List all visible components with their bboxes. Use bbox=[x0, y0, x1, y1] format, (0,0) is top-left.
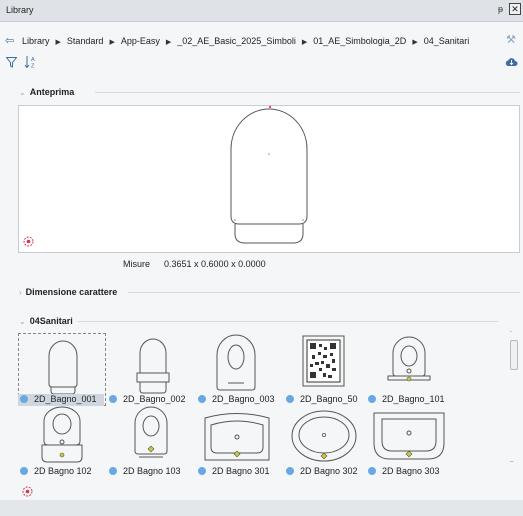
breadcrumb: ⇦ Library ▶ Standard ▶ App-Easy ▶ _02_AE_Basic… bbox=[0, 33, 523, 49]
preview-canvas[interactable] bbox=[18, 105, 520, 253]
chevron-down-icon: ⌄ bbox=[19, 88, 26, 97]
section-divider bbox=[95, 92, 520, 93]
section-divider bbox=[78, 321, 498, 322]
vertical-scrollbar[interactable]: ‾ _ bbox=[508, 332, 518, 464]
item-status-dot-icon bbox=[368, 467, 376, 475]
breadcrumb-separator: ▶ bbox=[301, 39, 308, 46]
item-status-dot-icon bbox=[109, 395, 117, 403]
library-item-tile[interactable] bbox=[193, 405, 281, 467]
item-status-dot-icon bbox=[286, 395, 294, 403]
library-item-label[interactable]: 2D Bagno 303 bbox=[366, 466, 440, 478]
window-title: Library bbox=[6, 5, 34, 15]
filter-icon[interactable] bbox=[5, 57, 18, 70]
library-item-tile[interactable] bbox=[280, 405, 368, 467]
scroll-down-icon[interactable]: _ bbox=[510, 456, 513, 462]
library-item-label[interactable]: 2D Bagno 103 bbox=[107, 466, 181, 478]
pin-icon[interactable]: ᵽ bbox=[498, 4, 503, 14]
library-item-tile[interactable] bbox=[18, 405, 106, 467]
toilet-symbol-icon bbox=[41, 406, 83, 463]
preview-drawing bbox=[230, 106, 308, 244]
svg-text:Z: Z bbox=[31, 64, 35, 70]
scroll-up-icon[interactable]: ‾ bbox=[510, 332, 512, 338]
target-icon[interactable] bbox=[23, 236, 34, 249]
item-status-dot-icon bbox=[20, 395, 28, 403]
breadcrumb-item[interactable]: App-Easy bbox=[121, 36, 160, 46]
library-item-label[interactable]: 2D Bagno 302 bbox=[284, 466, 358, 478]
library-item-label[interactable]: 2D Bagno 301 bbox=[196, 466, 270, 478]
scrollbar-thumb[interactable] bbox=[510, 340, 518, 370]
sink-symbol-icon bbox=[373, 412, 445, 460]
measure-value: 0.3651 x 0.6000 x 0.0000 bbox=[164, 259, 266, 269]
breadcrumb-separator: ▶ bbox=[55, 39, 61, 46]
breadcrumb-item[interactable]: 04_Sanitari bbox=[424, 36, 470, 46]
chevron-right-icon: › bbox=[19, 288, 22, 297]
section-header-font-size[interactable]: › Dimensione carattere bbox=[19, 287, 117, 297]
item-status-dot-icon bbox=[198, 395, 206, 403]
breadcrumb-item[interactable]: 01_AE_Simbologia_2D bbox=[313, 36, 406, 46]
library-item-label[interactable]: 2D Bagno 102 bbox=[18, 466, 92, 478]
chevron-down-icon: ⌄ bbox=[19, 317, 26, 326]
wrench-icon[interactable]: ⚒ bbox=[506, 33, 516, 46]
item-status-dot-icon bbox=[368, 395, 376, 403]
breadcrumb-separator: ▶ bbox=[412, 39, 418, 46]
item-status-dot-icon bbox=[286, 467, 294, 475]
section-label: Dimensione carattere bbox=[25, 287, 118, 297]
breadcrumb-path: Library ▶ Standard ▶ App-Easy ▶ _02_AE_Basic_2… bbox=[22, 36, 469, 46]
section-header-preview[interactable]: ⌄ Anteprima bbox=[19, 87, 74, 97]
cloud-icon[interactable] bbox=[505, 56, 518, 70]
sink-symbol-icon bbox=[291, 410, 357, 462]
item-status-dot-icon bbox=[109, 467, 117, 475]
svg-text:A: A bbox=[31, 57, 35, 63]
sort-az-icon[interactable]: A Z bbox=[24, 55, 38, 70]
window-titlebar: Library ᵽ ✕ bbox=[0, 0, 523, 22]
back-arrow-icon[interactable]: ⇦ bbox=[5, 34, 14, 47]
library-item-tile[interactable] bbox=[366, 405, 454, 467]
status-bar bbox=[0, 500, 523, 516]
filter-toolbar: A Z bbox=[0, 55, 523, 71]
breadcrumb-separator: ▶ bbox=[109, 39, 115, 46]
breadcrumb-item[interactable]: _02_AE_Basic_2025_Simboli bbox=[177, 36, 296, 46]
item-status-dot-icon bbox=[198, 467, 206, 475]
section-label: Anteprima bbox=[29, 87, 75, 97]
section-label: 04Sanitari bbox=[29, 316, 73, 326]
measure-label: Misure bbox=[123, 259, 151, 269]
target-icon[interactable] bbox=[22, 486, 33, 499]
breadcrumb-item[interactable]: Library bbox=[22, 36, 50, 46]
close-icon[interactable]: ✕ bbox=[509, 3, 521, 15]
breadcrumb-item[interactable]: Standard bbox=[67, 36, 104, 46]
section-header-sanitari[interactable]: ⌄ 04Sanitari bbox=[19, 316, 73, 326]
measure-readout: Misure 0.3651 x 0.6000 x 0.0000 bbox=[123, 259, 266, 269]
sink-symbol-icon bbox=[204, 413, 270, 461]
section-divider bbox=[128, 292, 520, 293]
toilet-symbol-icon bbox=[134, 406, 168, 458]
item-status-dot-icon bbox=[20, 467, 28, 475]
library-item-tile[interactable] bbox=[107, 405, 195, 467]
breadcrumb-separator: ▶ bbox=[165, 39, 172, 46]
